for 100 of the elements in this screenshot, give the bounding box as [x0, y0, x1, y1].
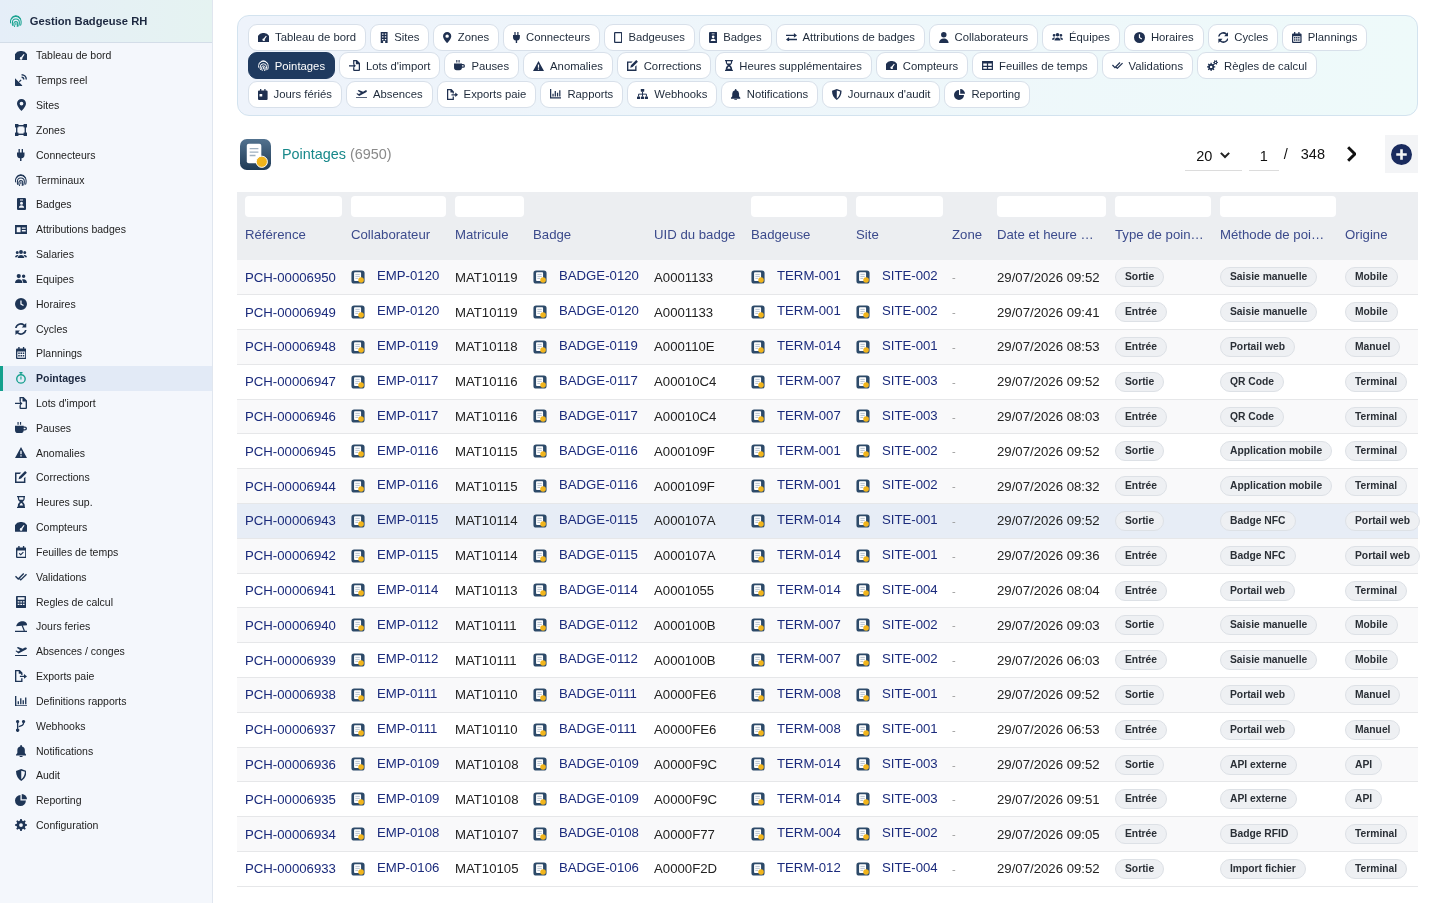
sidebar-item[interactable]: Temps reel: [0, 67, 212, 93]
tab[interactable]: Exports paie: [436, 80, 537, 108]
tab[interactable]: Horaires: [1123, 23, 1204, 51]
table-link[interactable]: EMP-0111: [377, 721, 438, 736]
tab[interactable]: Badges: [698, 23, 772, 51]
table-link[interactable]: EMP-0111: [377, 686, 438, 702]
table-row[interactable]: PCH-00006939 EMP-0112 MAT10111 BADGE-0112 A000100B TERM-007 SITE-002 - 29/07/2026 06:03 Entrée Saisie manuelle Mobile: [237, 642, 1418, 678]
reference-link[interactable]: PCH-00006939: [245, 652, 336, 668]
table-row[interactable]: PCH-00006935 EMP-0109 MAT10108 BADGE-0109 A0000F9C TERM-014 SITE-003 - 29/07/2026 09:51 Entrée API externe API: [237, 781, 1418, 817]
table-row[interactable]: PCH-00006937 EMP-0111 MAT10110 BADGE-0111 A0000FE6 TERM-008 SITE-001 - 29/07/2026 06:53 Entrée Portail web Manuel: [237, 712, 1418, 748]
next-page-button[interactable]: [1347, 146, 1356, 162]
table-row[interactable]: PCH-00006946 EMP-0117 MAT10116 BADGE-0117 A00010C4 TERM-007 SITE-003 - 29/07/2026 08:03 Entrée QR Code Terminal: [237, 399, 1418, 434]
sidebar-item[interactable]: Attributions badges: [0, 216, 212, 242]
sidebar-item[interactable]: Badges: [0, 191, 212, 217]
table-link[interactable]: SITE-003: [882, 755, 938, 771]
sidebar-item[interactable]: Audit: [0, 763, 212, 788]
table-link[interactable]: EMP-0112: [377, 616, 439, 632]
reference-link[interactable]: PCH-00006948: [245, 339, 336, 355]
table-link[interactable]: TERM-008: [777, 721, 841, 736]
table-link[interactable]: TERM-014: [777, 581, 841, 597]
table-link[interactable]: BADGE-0117: [559, 407, 638, 423]
sidebar-item[interactable]: Reporting: [0, 787, 212, 813]
sidebar-item[interactable]: Pauses: [0, 415, 212, 441]
table-link[interactable]: SITE-001: [882, 512, 938, 528]
reference-link[interactable]: PCH-00006934: [245, 826, 336, 842]
tab[interactable]: Lots d'import: [339, 52, 441, 79]
table-link[interactable]: SITE-003: [882, 790, 938, 806]
table-row[interactable]: PCH-00006945 EMP-0116 MAT10115 BADGE-0116 A000109F TERM-001 SITE-002 - 29/07/2026 09:52 Sortie Application mobile Terminal: [237, 434, 1418, 469]
table-row[interactable]: PCH-00006934 EMP-0108 MAT10107 BADGE-0108 A0000F77 TERM-004 SITE-002 - 29/07/2026 09:05 Entrée Badge RFID Terminal: [237, 816, 1418, 852]
table-link[interactable]: TERM-007: [777, 651, 841, 667]
table-link[interactable]: EMP-0115: [377, 512, 439, 528]
table-row[interactable]: PCH-00006942 EMP-0115 MAT10114 BADGE-0115 A000107A TERM-014 SITE-001 - 29/07/2026 09:36 Entrée Badge NFC Portail web: [237, 538, 1418, 574]
tab[interactable]: Collaborateurs: [929, 23, 1039, 51]
reference-link[interactable]: PCH-00006941: [245, 583, 336, 599]
table-link[interactable]: TERM-007: [777, 616, 841, 632]
table-link[interactable]: TERM-001: [777, 477, 841, 493]
table-row[interactable]: PCH-00006950 EMP-0120 MAT10119 BADGE-0120 A0001133 TERM-001 SITE-002 - 29/07/2026 09:52 Sortie Saisie manuelle Mobile: [237, 260, 1418, 295]
reference-link[interactable]: PCH-00006933: [245, 861, 336, 877]
tab[interactable]: Plannings: [1282, 23, 1368, 51]
table-link[interactable]: EMP-0120: [377, 303, 440, 319]
tab[interactable]: Notifications: [721, 80, 819, 108]
tab[interactable]: Journaux d'audit: [822, 80, 941, 108]
sidebar-item[interactable]: Exports paie: [0, 663, 212, 689]
add-button[interactable]: [1385, 135, 1418, 173]
tab[interactable]: Cycles: [1207, 23, 1279, 51]
table-link[interactable]: BADGE-0116: [559, 477, 638, 493]
reference-link[interactable]: PCH-00006935: [245, 791, 336, 807]
table-link[interactable]: SITE-004: [882, 581, 938, 597]
tab[interactable]: Reporting: [944, 80, 1031, 108]
tab[interactable]: Absences: [346, 80, 433, 108]
sidebar-item[interactable]: Definitions rapports: [0, 688, 212, 714]
table-link[interactable]: BADGE-0114: [559, 581, 638, 597]
sidebar-item[interactable]: Validations: [0, 564, 212, 590]
table-link[interactable]: EMP-0117: [377, 407, 439, 423]
table-link[interactable]: BADGE-0109: [559, 755, 639, 771]
table-link[interactable]: SITE-002: [882, 442, 938, 458]
table-link[interactable]: TERM-014: [777, 512, 841, 528]
table-link[interactable]: EMP-0115: [377, 547, 439, 562]
table-link[interactable]: SITE-001: [882, 547, 938, 562]
table-link[interactable]: SITE-002: [882, 616, 938, 632]
tab[interactable]: Règles de calcul: [1197, 52, 1317, 79]
tab[interactable]: Compteurs: [875, 52, 969, 79]
tab[interactable]: Webhooks: [627, 80, 718, 108]
sidebar-item[interactable]: Anomalies: [0, 440, 212, 466]
reference-link[interactable]: PCH-00006947: [245, 374, 336, 390]
sidebar-item[interactable]: Sites: [0, 92, 212, 118]
table-link[interactable]: SITE-002: [882, 825, 938, 841]
table-link[interactable]: EMP-0109: [377, 755, 440, 771]
sidebar-item[interactable]: Feuilles de temps: [0, 539, 212, 565]
sidebar-item[interactable]: Equipes: [0, 266, 212, 292]
reference-link[interactable]: PCH-00006937: [245, 722, 336, 738]
table-row[interactable]: PCH-00006936 EMP-0109 MAT10108 BADGE-0109 A0000F9C TERM-014 SITE-003 - 29/07/2026 09:52 Sortie API externe API: [237, 747, 1418, 782]
table-link[interactable]: EMP-0108: [377, 825, 440, 841]
table-link[interactable]: EMP-0117: [377, 373, 439, 389]
tab[interactable]: Pauses: [444, 52, 520, 79]
sidebar-item[interactable]: Heures sup.: [0, 489, 212, 515]
sidebar-item[interactable]: Corrections: [0, 465, 212, 490]
table-row[interactable]: PCH-00006938 EMP-0111 MAT10110 BADGE-0111 A0000FE6 TERM-008 SITE-001 - 29/07/2026 09:52 Sortie Portail web Manuel: [237, 677, 1418, 713]
sidebar-item[interactable]: Notifications: [0, 738, 212, 763]
sidebar-item[interactable]: Absences / conges: [0, 638, 212, 664]
sidebar-item[interactable]: Regles de calcul: [0, 589, 212, 615]
sidebar-item[interactable]: Lots d'import: [0, 390, 212, 416]
tab[interactable]: Connecteurs: [503, 23, 601, 51]
tab[interactable]: Rapports: [540, 80, 624, 108]
table-link[interactable]: SITE-002: [882, 651, 938, 667]
table-link[interactable]: BADGE-0120: [559, 303, 639, 319]
reference-link[interactable]: PCH-00006949: [245, 304, 336, 320]
tab[interactable]: Équipes: [1042, 23, 1120, 51]
reference-link[interactable]: PCH-00006938: [245, 687, 336, 703]
table-link[interactable]: EMP-0109: [377, 790, 440, 806]
table-link[interactable]: SITE-002: [882, 477, 938, 493]
table-link[interactable]: EMP-0114: [377, 581, 439, 597]
table-row[interactable]: PCH-00006948 EMP-0119 MAT10118 BADGE-0119 A000110E TERM-014 SITE-001 - 29/07/2026 08:53 Entrée Portail web Manuel: [237, 329, 1418, 365]
table-link[interactable]: TERM-014: [777, 547, 841, 562]
table-row[interactable]: PCH-00006943 EMP-0115 MAT10114 BADGE-0115 A000107A TERM-014 SITE-001 - 29/07/2026 09:52 Sortie Badge NFC Portail web: [237, 503, 1418, 539]
table-row[interactable]: PCH-00006944 EMP-0116 MAT10115 BADGE-0116 A000109F TERM-001 SITE-002 - 29/07/2026 08:32 Entrée Application mobile Terminal: [237, 468, 1418, 504]
tab[interactable]: Pointages: [248, 52, 336, 79]
reference-link[interactable]: PCH-00006944: [245, 478, 336, 494]
reference-link[interactable]: PCH-00006946: [245, 409, 336, 425]
tab[interactable]: Badgeuses: [604, 23, 695, 51]
